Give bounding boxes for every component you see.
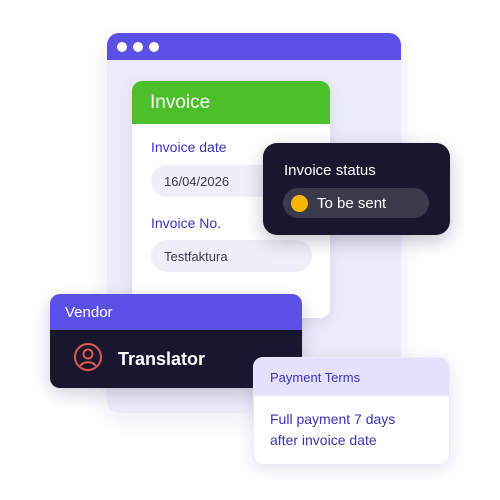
status-dot-icon [291,194,308,212]
window-titlebar [107,33,401,60]
invoice-title: Invoice [132,81,330,124]
payment-terms-line-2: after invoice date [270,432,377,448]
illustration-stage: Invoice Invoice date 16/04/2026 Invoice … [0,0,500,500]
invoice-status-value: To be sent [317,194,387,212]
payment-terms-line-1: Full payment 7 days [270,411,396,427]
vendor-title: Vendor [50,294,302,330]
payment-terms-title: Payment Terms [254,358,449,396]
invoice-number-field[interactable]: Testfaktura [151,240,312,272]
user-icon [73,342,103,377]
window-dot-3[interactable] [149,41,159,52]
payment-terms-text: Full payment 7 days after invoice date [254,396,449,451]
vendor-name: Translator [118,348,206,369]
window-dot-2[interactable] [133,41,143,52]
invoice-status-title: Invoice status [284,162,376,179]
invoice-number-label: Invoice No. [151,215,222,231]
invoice-status-pill[interactable]: To be sent [283,188,429,218]
window-dot-1[interactable] [117,41,127,52]
invoice-date-label: Invoice date [151,139,227,155]
payment-terms-card: Payment Terms Full payment 7 days after … [253,357,450,465]
invoice-status-card: Invoice status To be sent [263,143,450,235]
